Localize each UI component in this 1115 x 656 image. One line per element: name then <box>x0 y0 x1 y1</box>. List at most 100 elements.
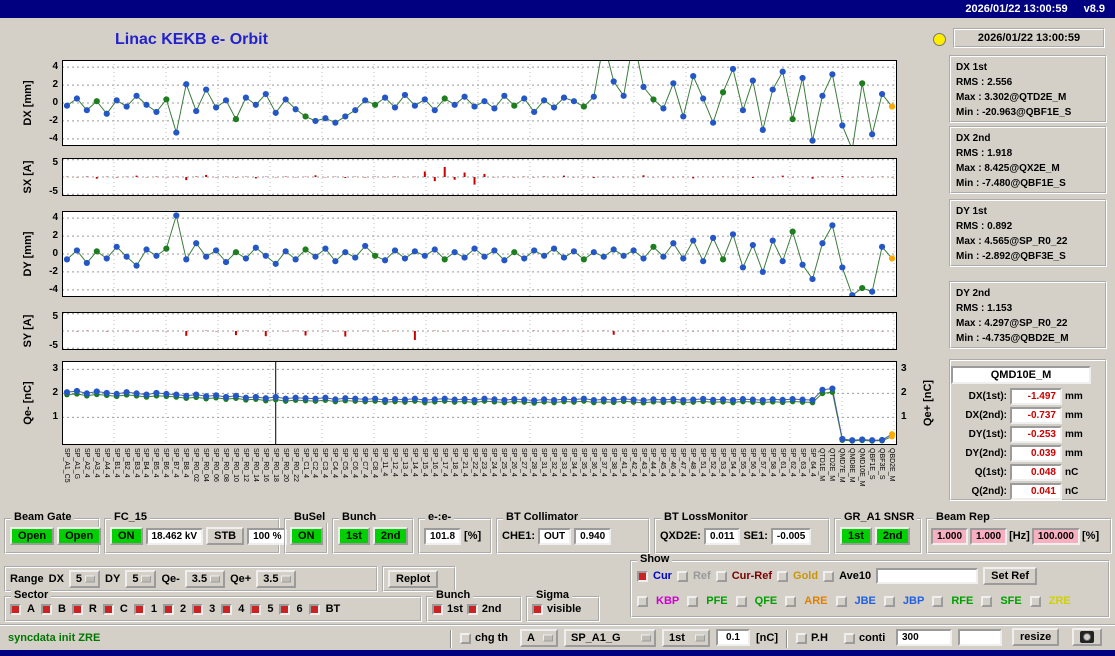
show-cur-ref-checkbox[interactable] <box>715 570 727 582</box>
chg-th-label: chg th <box>475 632 508 644</box>
sector-2-checkbox[interactable] <box>162 603 174 615</box>
range-dx-dropdown[interactable]: 5 <box>68 570 101 588</box>
monitor-select-dropdown[interactable]: SP_A1_G <box>564 629 656 647</box>
x-axis-label: SP_63_4 <box>798 448 806 477</box>
x-axis-label: SP_B2_4 <box>122 448 130 478</box>
fc15-on-button[interactable]: ON <box>110 527 143 545</box>
x-axis-label: SP_37_4 <box>599 448 607 477</box>
busel-on-button[interactable]: ON <box>290 527 323 545</box>
bunch-select-dropdown[interactable]: 1st <box>662 629 710 647</box>
sector-c-checkbox[interactable] <box>102 603 114 615</box>
x-axis-label: SP_R0_22 <box>291 448 299 482</box>
range-qep-dropdown[interactable]: 3.5 <box>256 570 297 588</box>
show-rfe-checkbox[interactable] <box>932 595 944 607</box>
show-jbp-checkbox[interactable] <box>883 595 895 607</box>
sector-1-checkbox[interactable] <box>133 603 145 615</box>
x-axis-label: SP_32_4 <box>550 448 558 477</box>
show-sfe-checkbox[interactable] <box>981 595 993 607</box>
bunch-1st-button[interactable]: 1st <box>338 527 370 545</box>
screenshot-button[interactable] <box>1072 628 1102 646</box>
qmd-label: DX(2nd): <box>965 410 1007 421</box>
ref-name-input[interactable] <box>876 568 979 584</box>
show-ave10-checkbox[interactable] <box>823 570 835 582</box>
threshold-unit: [nC] <box>756 632 778 644</box>
threshold-mode-dropdown[interactable]: A <box>520 629 558 647</box>
sector-3-checkbox[interactable] <box>192 603 204 615</box>
bunch2-2nd-label: 2nd <box>481 603 502 615</box>
show-ref-checkbox[interactable] <box>676 570 688 582</box>
beam-gate-open-button-2[interactable]: Open <box>57 527 102 545</box>
bunch2-2nd-checkbox[interactable] <box>466 603 478 615</box>
qmd-row: DX(2nd): -0.737 mm <box>951 406 1105 425</box>
sector-5-checkbox[interactable] <box>250 603 262 615</box>
chg-th-checkbox[interactable] <box>460 633 471 644</box>
snsr-2nd-button[interactable]: 2nd <box>874 527 911 545</box>
x-axis-label: SP_R0_02 <box>192 448 200 482</box>
x-axis-label: SP_22_4 <box>470 448 478 477</box>
sector-b-checkbox[interactable] <box>40 603 52 615</box>
x-axis-label: SP_A1_G <box>72 448 80 480</box>
se1-readout: -0.005 <box>770 527 812 545</box>
qmd-unit: mm <box>1065 448 1083 459</box>
show-sfe-label: SFE <box>1000 595 1022 607</box>
show-kbp-checkbox[interactable] <box>637 595 648 607</box>
fc15-stb-button[interactable]: STB <box>206 527 245 545</box>
show-are-label: ARE <box>804 595 828 607</box>
che1-value-readout: 0.940 <box>574 527 612 545</box>
show-cur-checkbox[interactable] <box>637 570 648 582</box>
x-axis-label: QBF3E_S <box>878 448 886 480</box>
che1-state-readout: OUT <box>538 527 572 545</box>
show-jbe-checkbox[interactable] <box>835 595 847 607</box>
threshold-input[interactable]: 0.1 <box>716 629 750 646</box>
range-dx-label: DX <box>48 573 64 585</box>
x-axis-label: SP_42_4 <box>629 448 637 477</box>
y-tick-label: -4 <box>49 132 58 144</box>
sector-a-checkbox[interactable] <box>10 603 21 615</box>
status-bar: syncdata init ZRE chg th A SP_A1_G 1st 0… <box>0 624 1115 650</box>
x-axis-label: SP_12_4 <box>391 448 398 477</box>
qmd-label: DY(1st): <box>968 429 1007 440</box>
status-lamp-icon <box>933 33 946 46</box>
snsr-1st-button[interactable]: 1st <box>840 527 872 545</box>
interval-input[interactable]: 300 <box>896 629 952 646</box>
ph-checkbox[interactable] <box>796 633 807 644</box>
sector-1-label: 1 <box>150 603 157 615</box>
status-message: syncdata init ZRE <box>8 632 101 644</box>
conti-checkbox[interactable] <box>844 633 855 644</box>
show-jbp-label: JBP <box>902 595 925 607</box>
range-dy-dropdown[interactable]: 5 <box>125 570 157 588</box>
replot-button[interactable]: Replot <box>388 570 439 588</box>
x-axis-label: SP_34_4 <box>569 448 577 477</box>
show-qfe-label: QFE <box>754 595 778 607</box>
show-pfe-label: PFE <box>706 595 728 607</box>
bunch2-1st-checkbox[interactable] <box>432 603 443 615</box>
show-are-checkbox[interactable] <box>785 595 797 607</box>
stat-box-dx2: DX 2nd RMS : 1.918 Max : 8.425@QX2E_M Mi… <box>949 126 1107 194</box>
sx-y-ticks: 5 -5 <box>38 157 60 197</box>
x-axis-label: SP_R0_20 <box>281 448 289 482</box>
show-gold-checkbox[interactable] <box>777 570 789 582</box>
show-pfe-checkbox[interactable] <box>687 595 699 607</box>
bunch2-title: Bunch <box>433 590 474 601</box>
show-qfe-checkbox[interactable] <box>735 595 747 607</box>
sector-bt-checkbox[interactable] <box>308 603 320 615</box>
qmd-unit: nC <box>1065 486 1079 497</box>
sector-6-checkbox[interactable] <box>279 603 291 615</box>
qmd-row: Q(2nd): 0.041 nC <box>951 482 1105 501</box>
show-zre-checkbox[interactable] <box>1029 595 1041 607</box>
x-axis-label: QTD2E_M <box>828 448 836 482</box>
range-qem-dropdown[interactable]: 3.5 <box>184 570 226 588</box>
show-cur-ref-label: Cur-Ref <box>731 570 773 582</box>
sector-4-checkbox[interactable] <box>221 603 233 615</box>
bunch-2nd-button[interactable]: 2nd <box>372 527 409 545</box>
set-ref-button[interactable]: Set Ref <box>983 567 1038 585</box>
x-axis-label: SP_11_4 <box>381 448 389 477</box>
dx-plot-svg <box>62 60 897 146</box>
blank-input[interactable] <box>958 629 1002 646</box>
x-axis-label: SP_14_4 <box>410 448 418 477</box>
busel-panel: BuSel ON <box>284 512 329 554</box>
sigma-visible-checkbox[interactable] <box>532 603 543 615</box>
sector-r-checkbox[interactable] <box>71 603 83 615</box>
resize-button[interactable]: resize <box>1012 628 1060 646</box>
beam-gate-open-button-1[interactable]: Open <box>10 527 55 545</box>
